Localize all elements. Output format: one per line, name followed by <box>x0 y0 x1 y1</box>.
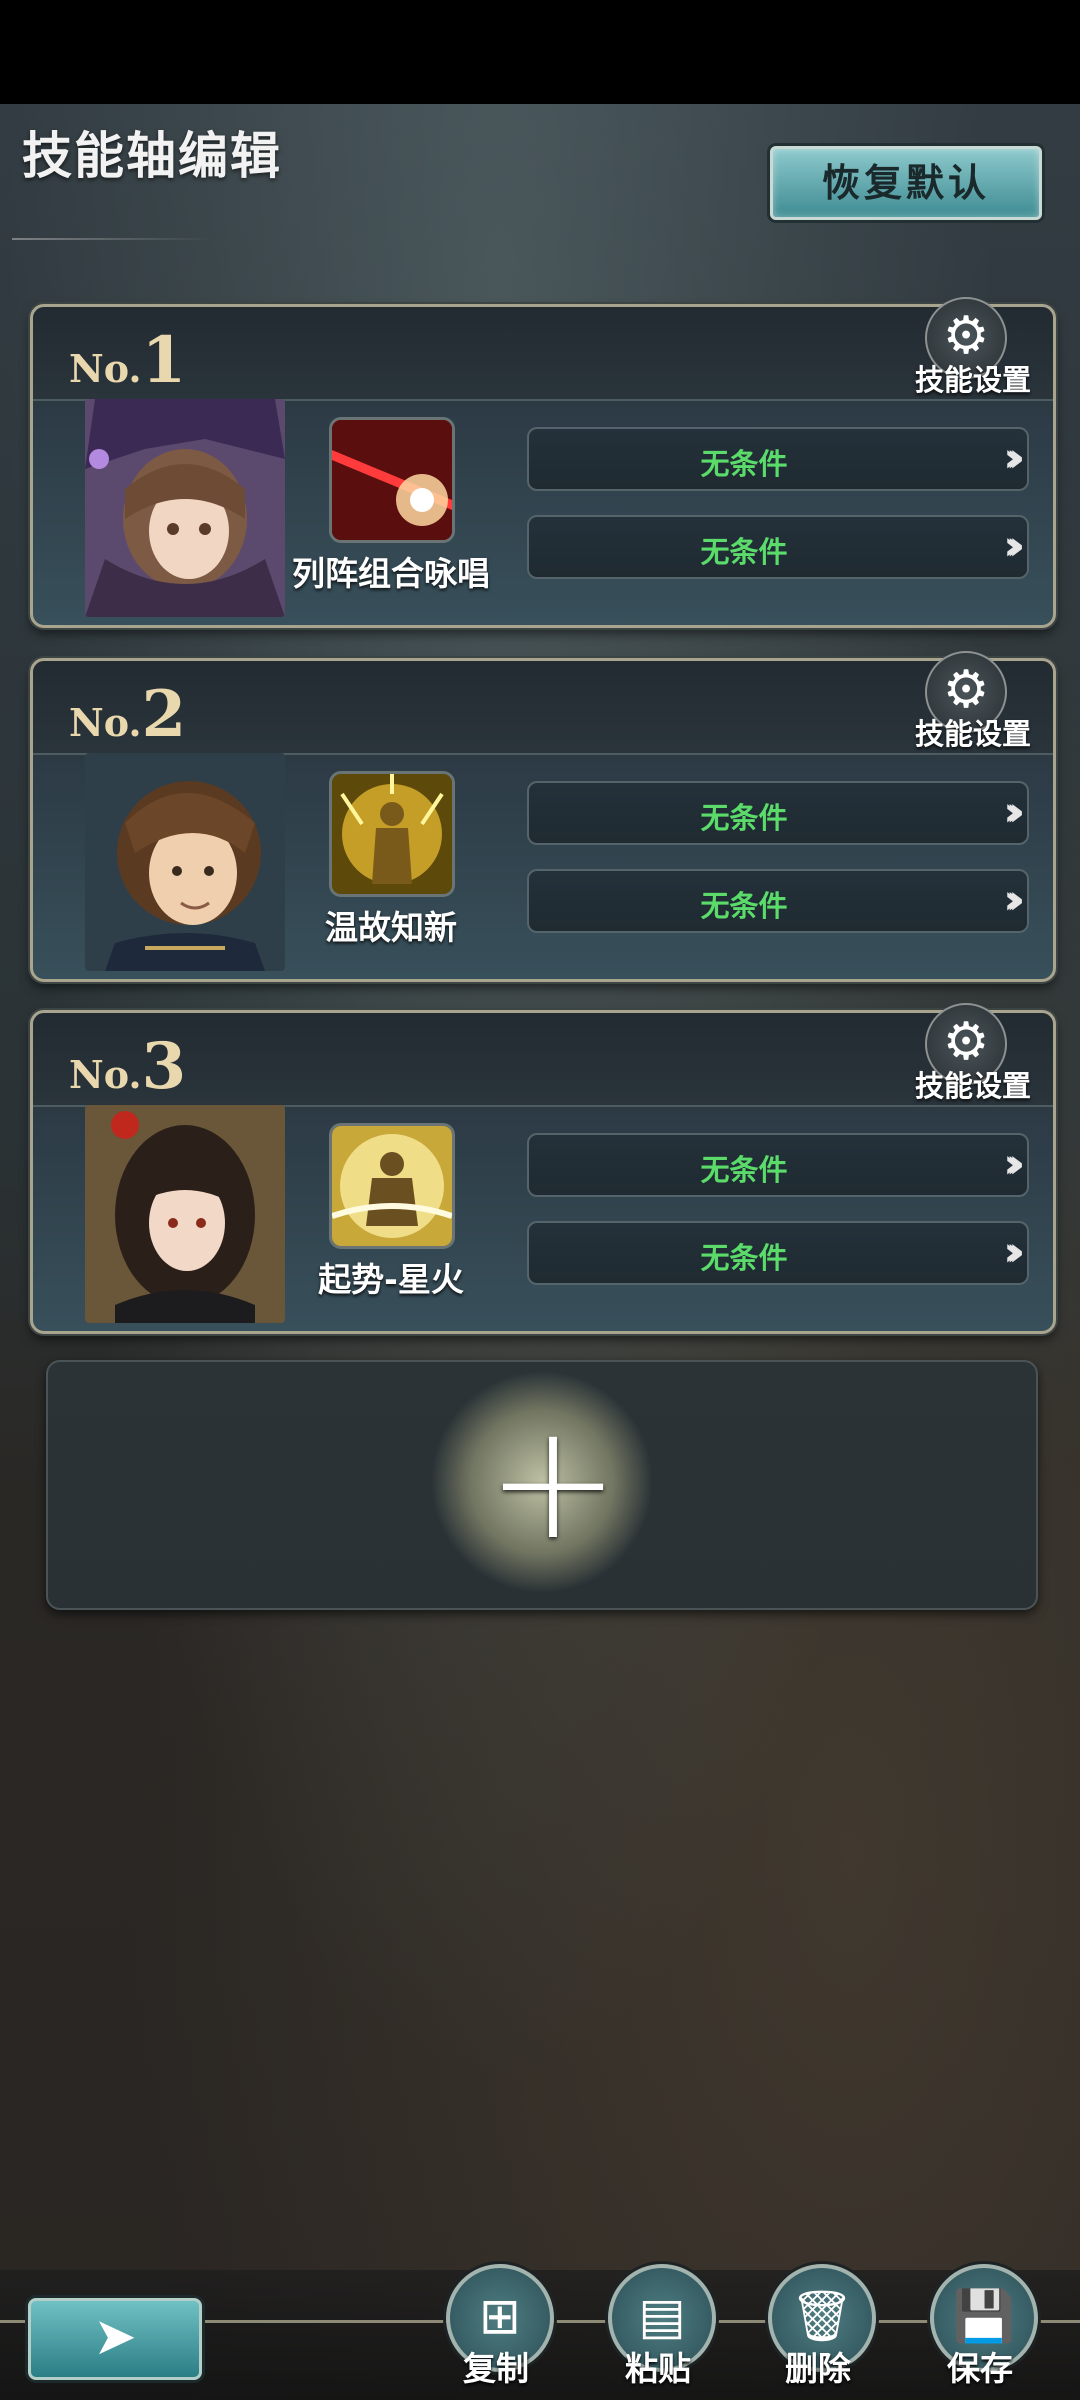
back-arrow-icon[interactable]: ➤ <box>28 2298 202 2380</box>
triple-chevron-icon: ››› <box>1003 877 1026 923</box>
card-number: No.1 <box>69 323 186 398</box>
plus-icon[interactable]: + <box>486 1392 620 1572</box>
card-number: No.2 <box>69 677 186 752</box>
character-portrait <box>85 753 285 971</box>
condition-text: 无条件 <box>700 801 788 835</box>
card-number-prefix: No. <box>69 700 142 745</box>
skill-name: 列阵组合咏唱 <box>292 554 490 593</box>
delete-label[interactable]: 删除 <box>758 2342 878 2390</box>
condition-text: 无条件 <box>700 1153 788 1187</box>
skill-settings-label[interactable]: 技能设置 <box>915 711 1031 753</box>
condition-slot-2[interactable]: 无条件 ››› <box>527 515 1029 579</box>
page-title: 技能轴编辑 <box>22 127 282 185</box>
card-header: No.1 <box>33 307 1053 401</box>
condition-slot-1[interactable]: 无条件 ››› <box>527 427 1029 491</box>
status-bar <box>0 0 1080 104</box>
skill-settings-label[interactable]: 技能设置 <box>915 1063 1031 1105</box>
condition-slot-2[interactable]: 无条件 ››› <box>527 869 1029 933</box>
card-header: No.2 <box>33 661 1053 755</box>
skill-card-1[interactable]: No.1 ⚙ 技能设置 列阵组合咏唱 无条件 ››› 无条件 ››› <box>30 297 1056 628</box>
condition-text: 无条件 <box>700 447 788 481</box>
save-label[interactable]: 保存 <box>920 2342 1040 2390</box>
skill-card-2[interactable]: No.2 ⚙ 技能设置 温故知新 无条件 ››› 无条件 ››› <box>30 651 1056 982</box>
restore-default-button[interactable]: 恢复默认 <box>770 146 1042 220</box>
add-skill-card[interactable]: + <box>46 1360 1038 1610</box>
card-number-prefix: No. <box>69 346 142 391</box>
triple-chevron-icon: ››› <box>1003 1141 1026 1187</box>
triple-chevron-icon: ››› <box>1003 435 1026 481</box>
triple-chevron-icon: ››› <box>1003 1229 1026 1275</box>
skill-settings-label[interactable]: 技能设置 <box>915 357 1031 399</box>
condition-text: 无条件 <box>700 889 788 923</box>
condition-slot-1[interactable]: 无条件 ››› <box>527 781 1029 845</box>
condition-text: 无条件 <box>700 535 788 569</box>
copy-label[interactable]: 复制 <box>436 2342 556 2390</box>
skill-name: 起势-星火 <box>318 1260 464 1299</box>
paste-label[interactable]: 粘贴 <box>598 2342 718 2390</box>
triple-chevron-icon: ››› <box>1003 789 1026 835</box>
condition-slot-1[interactable]: 无条件 ››› <box>527 1133 1029 1197</box>
triple-chevron-icon: ››› <box>1003 523 1026 569</box>
skill-name: 温故知新 <box>325 908 457 947</box>
title-divider <box>12 238 212 240</box>
condition-slot-2[interactable]: 无条件 ››› <box>527 1221 1029 1285</box>
card-header: No.3 <box>33 1013 1053 1107</box>
card-number-value: 3 <box>141 1029 187 1104</box>
skill-card-3[interactable]: No.3 ⚙ 技能设置 起势-星火 无条件 ››› 无条件 ››› <box>30 1003 1056 1334</box>
condition-text: 无条件 <box>700 1241 788 1275</box>
card-number-prefix: No. <box>69 1052 142 1097</box>
character-portrait <box>85 399 285 617</box>
character-portrait <box>85 1105 285 1323</box>
skill-icon[interactable] <box>329 1123 455 1249</box>
card-number-value: 2 <box>141 677 187 752</box>
card-number: No.3 <box>69 1029 186 1104</box>
skill-icon[interactable] <box>329 417 455 543</box>
skill-icon[interactable] <box>329 771 455 897</box>
card-number-value: 1 <box>141 323 187 398</box>
